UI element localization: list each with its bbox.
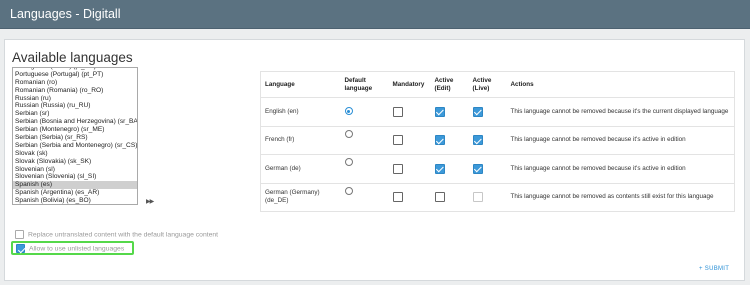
default-language-radio[interactable]	[344, 107, 353, 116]
active-live-checkbox[interactable]	[472, 135, 483, 146]
row-language: English (en)	[260, 97, 341, 127]
active-live-checkbox[interactable]	[472, 163, 483, 174]
list-item[interactable]: Portuguese (Portugal) (pt_PT)	[13, 71, 137, 79]
list-item[interactable]: Spanish (es)	[13, 181, 137, 190]
row-action-note: This language cannot be removed as conte…	[506, 183, 735, 212]
allow-unlisted-label: Allow to use unlisted languages	[29, 245, 125, 253]
add-language-arrow-icon[interactable]: ▶▶	[146, 198, 154, 205]
row-action-note: This language cannot be removed because …	[506, 97, 735, 127]
list-item[interactable]: Romanian (ro)	[13, 79, 137, 87]
list-item[interactable]: Slovak (Slovakia) (sk_SK)	[13, 158, 137, 166]
list-item[interactable]: Serbian (sr)	[13, 110, 137, 118]
replace-untranslated-checkbox[interactable]	[15, 230, 24, 239]
window-title: Languages - Digitall	[10, 7, 121, 21]
mandatory-checkbox[interactable]	[392, 163, 403, 174]
row-language: German (Germany) (de_DE)	[260, 183, 341, 212]
default-language-radio[interactable]	[344, 186, 353, 195]
allow-unlisted-checkbox[interactable]	[16, 244, 25, 253]
header-language: Language	[260, 71, 341, 98]
mandatory-checkbox[interactable]	[392, 106, 403, 117]
title-bar: Languages - Digitall	[0, 0, 750, 29]
replace-untranslated-label: Replace untranslated content with the de…	[28, 231, 219, 239]
active-edit-checkbox[interactable]	[434, 135, 445, 146]
row-action-note: This language cannot be removed because …	[506, 154, 735, 184]
header-mandatory: Mandatory	[388, 71, 431, 98]
submit-button[interactable]: + SUBMIT	[699, 266, 729, 272]
languages-panel: Available languages Portuguese (Brazil) …	[4, 39, 745, 281]
list-item[interactable]: Slovenian (Slovenia) (sl_SI)	[13, 173, 137, 181]
list-item[interactable]: Russian (Russia) (ru_RU)	[13, 102, 137, 110]
list-item[interactable]: Slovenian (sl)	[13, 166, 137, 174]
replace-untranslated-option[interactable]: Replace untranslated content with the de…	[15, 230, 218, 239]
header-active-edit: Active (Edit)	[430, 71, 469, 98]
list-item[interactable]: Serbian (Serbia and Montenegro) (sr_CS)	[13, 142, 137, 150]
header-actions: Actions	[506, 71, 735, 98]
table-row: German (Germany) (de_DE) This language ca…	[260, 183, 735, 212]
list-item[interactable]: Spanish (Argentina) (es_AR)	[13, 189, 137, 197]
mandatory-checkbox[interactable]	[392, 135, 403, 146]
section-heading: Available languages	[12, 50, 133, 65]
active-live-checkbox[interactable]	[472, 192, 483, 203]
list-item[interactable]: Spanish (Bolivia) (es_BO)	[13, 197, 137, 204]
default-language-radio[interactable]	[344, 158, 353, 167]
table-row: French (fr) This language cannot be remov…	[260, 126, 735, 155]
list-items: Portuguese (Brazil) (pt_BR)Portuguese (P…	[13, 68, 137, 204]
active-edit-checkbox[interactable]	[434, 192, 445, 203]
mandatory-checkbox[interactable]	[392, 192, 403, 203]
row-action-note: This language cannot be removed because …	[506, 126, 735, 155]
languages-table: Language Default language Mandatory Acti…	[260, 71, 735, 212]
active-live-checkbox[interactable]	[472, 106, 483, 117]
list-item[interactable]: Slovak (sk)	[13, 150, 137, 158]
header-active-live: Active (Live)	[468, 71, 507, 98]
list-item[interactable]: Romanian (Romania) (ro_RO)	[13, 87, 137, 95]
list-item[interactable]: Serbian (Bosnia and Herzegovina) (sr_BA)	[13, 118, 137, 126]
list-item[interactable]: Serbian (Montenegro) (sr_ME)	[13, 126, 137, 134]
table-row: English (en) This language cannot be remo…	[260, 97, 735, 127]
active-edit-checkbox[interactable]	[434, 163, 445, 174]
header-default-language: Default language	[340, 71, 389, 98]
list-item[interactable]: Russian (ru)	[13, 95, 137, 103]
active-edit-checkbox[interactable]	[434, 106, 445, 117]
list-item[interactable]: Serbian (Serbia) (sr_RS)	[13, 134, 137, 142]
available-languages-list[interactable]: Portuguese (Brazil) (pt_BR)Portuguese (P…	[12, 67, 138, 205]
default-language-radio[interactable]	[344, 129, 353, 138]
allow-unlisted-option[interactable]: Allow to use unlisted languages	[11, 241, 134, 255]
table-row: German (de) This language cannot be remov…	[260, 154, 735, 184]
row-language: French (fr)	[260, 126, 341, 155]
table-header-row: Language Default language Mandatory Acti…	[260, 71, 735, 98]
row-language: German (de)	[260, 154, 341, 184]
